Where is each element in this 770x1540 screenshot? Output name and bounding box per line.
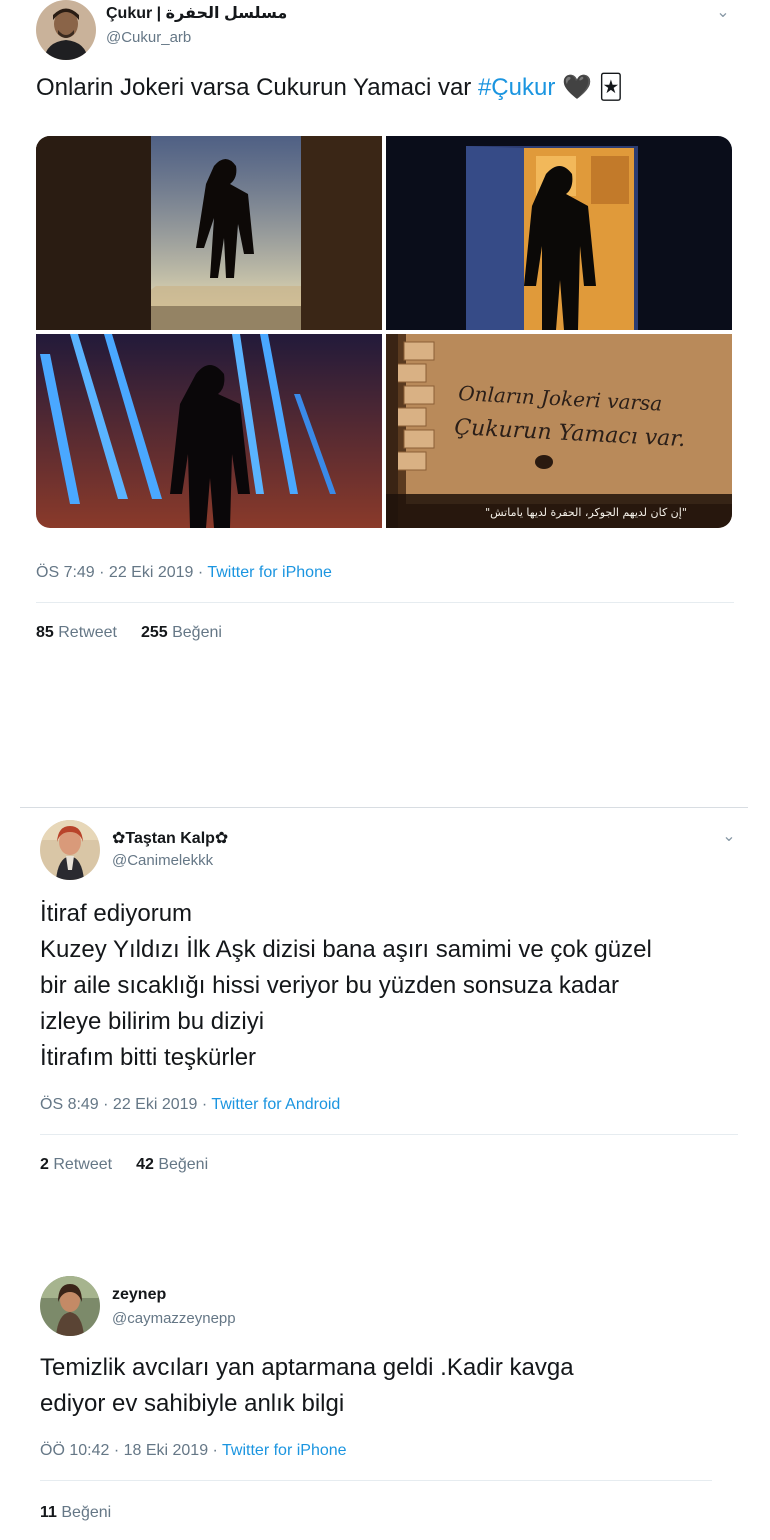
tweet-cukur: Çukur | مسلسل الحفرة @Cukur_arb ⌄ Onlari… — [0, 0, 770, 690]
like-count-link[interactable]: 42 Beğeni — [136, 1156, 208, 1173]
emoji: 🖤 🃏 — [562, 74, 624, 101]
source-link[interactable]: Twitter for Android — [211, 1096, 340, 1113]
retweet-label: Retweet — [53, 1156, 113, 1173]
tweet-timestamp[interactable]: ÖS 8:49 · 22 Eki 2019 · Twitter for Andr… — [40, 1096, 340, 1114]
display-name[interactable]: zeynep — [112, 1286, 166, 1304]
tweet-separator — [20, 807, 748, 808]
retweet-count-link[interactable]: 85 Retweet — [36, 624, 117, 641]
timestamp-text[interactable]: ÖS 8:49 · 22 Eki 2019 · — [40, 1096, 211, 1113]
engagement-stats: 85 Retweet 255 Beğeni — [36, 624, 222, 642]
tweet-line: İtirafım bitti teşkürler — [40, 1044, 257, 1071]
video-subtitle: "إن كان لديهم الجوكر، الحفرة لديها يامات… — [485, 506, 687, 519]
engagement-stats: 2 Retweet 42 Beğeni — [40, 1156, 208, 1174]
tweet-tastan-kalp: ✿Taştan Kalp✿ @Canimelekkk ⌄ İtiraf ediy… — [0, 810, 770, 1210]
retweet-count-link[interactable]: 2 Retweet — [40, 1156, 112, 1173]
avatar[interactable] — [36, 0, 96, 60]
divider — [40, 1134, 738, 1135]
tweet-line: Temizlik avcıları yan aptarmana geldi .K… — [40, 1354, 574, 1381]
user-handle[interactable]: @Cukur_arb — [106, 29, 191, 46]
source-link[interactable]: Twitter for iPhone — [207, 564, 332, 581]
timestamp-text[interactable]: ÖS 7:49 · 22 Eki 2019 · — [36, 564, 207, 581]
avatar[interactable] — [40, 820, 100, 880]
media-image-2[interactable] — [386, 136, 732, 330]
tweet-line: Kuzey Yıldızı İlk Aşk dizisi bana aşırı … — [40, 936, 652, 963]
display-name[interactable]: Çukur | مسلسل الحفرة — [106, 3, 287, 23]
like-count-link[interactable]: 255 Beğeni — [141, 624, 222, 641]
like-label: Beğeni — [61, 1504, 112, 1521]
chevron-down-icon[interactable]: ⌄ — [718, 826, 740, 848]
tweet-text-main: Onlarin Jokeri varsa Cukurun Yamaci var — [36, 74, 478, 101]
like-label: Beğeni — [158, 1156, 209, 1173]
media-image-4[interactable]: Onların Jokeri varsa Çukurun Yamacı var.… — [386, 334, 732, 528]
like-count: 42 — [136, 1156, 154, 1173]
engagement-stats: 11 Beğeni — [40, 1504, 111, 1522]
media-grid[interactable]: Onların Jokeri varsa Çukurun Yamacı var.… — [36, 136, 732, 528]
display-name[interactable]: ✿Taştan Kalp✿ — [112, 828, 228, 848]
source-link[interactable]: Twitter for iPhone — [222, 1442, 347, 1459]
media-image-3[interactable] — [36, 334, 382, 528]
tweet-line: izleye bilirim bu diziyi — [40, 1008, 265, 1035]
like-label: Beğeni — [172, 624, 222, 641]
tweet-line: ediyor ev sahibiyle anlık bilgi — [40, 1390, 345, 1417]
media-image-1[interactable] — [36, 136, 382, 330]
like-count: 11 — [40, 1504, 57, 1521]
tweet-line: bir aile sıcaklığı hissi veriyor bu yüzd… — [40, 972, 619, 999]
like-count-link[interactable]: 11 Beğeni — [40, 1504, 111, 1521]
like-count: 255 — [140, 624, 168, 641]
retweet-count: 85 — [36, 624, 54, 641]
tweet-text: Temizlik avcıları yan aptarmana geldi .K… — [40, 1350, 760, 1422]
retweet-count: 2 — [40, 1156, 49, 1173]
tweet-zeynep: zeynep @caymazzeynepp Temizlik avcıları … — [0, 1270, 770, 1540]
avatar[interactable] — [40, 1276, 100, 1336]
tweet-line: İtiraf ediyorum — [40, 900, 193, 927]
tweet-text: Onlarin Jokeri varsa Cukurun Yamaci var … — [36, 70, 623, 106]
user-handle[interactable]: @Canimelekkk — [112, 852, 213, 869]
user-handle[interactable]: @caymazzeynepp — [112, 1310, 236, 1327]
chevron-down-icon[interactable]: ⌄ — [712, 2, 734, 24]
divider — [36, 602, 734, 603]
tweet-timestamp[interactable]: ÖÖ 10:42 · 18 Eki 2019 · Twitter for iPh… — [40, 1442, 347, 1460]
divider — [40, 1480, 712, 1481]
hashtag-link[interactable]: #Çukur — [478, 74, 555, 101]
tweet-text: İtiraf ediyorum Kuzey Yıldızı İlk Aşk di… — [40, 896, 760, 1076]
timestamp-text[interactable]: ÖÖ 10:42 · 18 Eki 2019 · — [40, 1442, 222, 1459]
tweet-timestamp[interactable]: ÖS 7:49 · 22 Eki 2019 · Twitter for iPho… — [36, 564, 332, 582]
retweet-label: Retweet — [58, 624, 117, 641]
